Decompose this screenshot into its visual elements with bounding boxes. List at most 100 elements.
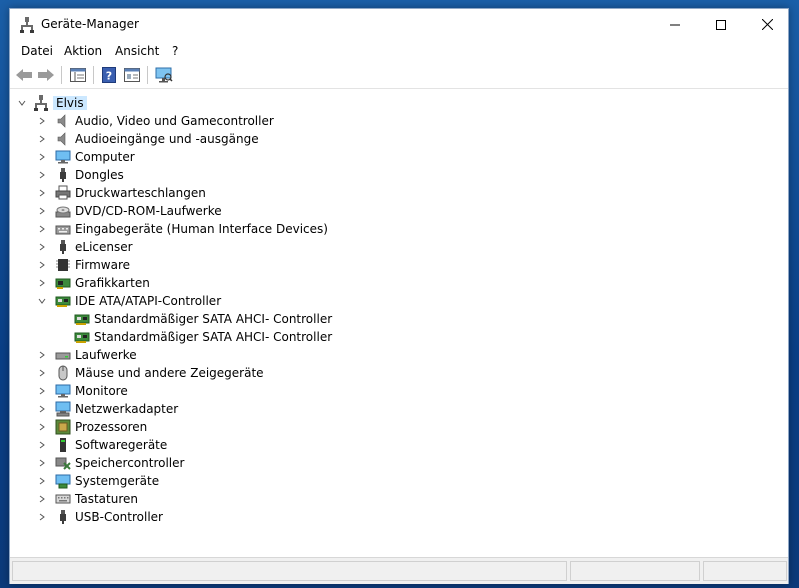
toolbar-separator: [61, 66, 62, 84]
storage-controller-icon: [55, 457, 71, 470]
expand-toggle[interactable]: [35, 436, 49, 454]
expand-toggle[interactable]: [35, 274, 49, 292]
tree-device-item[interactable]: Standardmäßiger SATA AHCI- Controller: [13, 328, 787, 346]
tree-category-item[interactable]: Firmware: [13, 256, 787, 274]
expand-toggle[interactable]: [35, 364, 49, 382]
keyboard-device-icon: [55, 225, 71, 235]
tree-item-label: eLicenser: [75, 240, 133, 254]
tree-category-item[interactable]: Audio, Video und Gamecontroller: [13, 112, 787, 130]
help-button[interactable]: ?: [99, 66, 119, 84]
tree-category-item[interactable]: Monitore: [13, 382, 787, 400]
monitor-scan-icon: [155, 67, 173, 83]
tree-item-label: Mäuse und andere Zeigegeräte: [75, 366, 264, 380]
tree-device-item[interactable]: Standardmäßiger SATA AHCI- Controller: [13, 310, 787, 328]
chevron-right-icon: [39, 171, 45, 179]
expand-toggle[interactable]: [35, 256, 49, 274]
computer-icon: [55, 150, 71, 164]
maximize-button[interactable]: [698, 9, 744, 40]
back-button[interactable]: [14, 66, 34, 84]
usb-plug-icon: [60, 510, 66, 524]
tree-category-item[interactable]: Eingabegeräte (Human Interface Devices): [13, 220, 787, 238]
tree-item-label: Druckwarteschlangen: [75, 186, 206, 200]
tree-category-item[interactable]: IDE ATA/ATAPI-Controller: [13, 292, 787, 310]
expand-toggle[interactable]: [35, 220, 49, 238]
title-bar[interactable]: Geräte-Manager: [10, 9, 788, 41]
tree-root-elvis[interactable]: Elvis: [13, 94, 787, 112]
tree-item-label: Firmware: [75, 258, 130, 272]
tree-category-item[interactable]: Systemgeräte: [13, 472, 787, 490]
scan-hardware-button[interactable]: [154, 66, 174, 84]
chevron-down-icon: [38, 298, 46, 304]
device-tree[interactable]: Elvis Audio, Video und Gamecontroller Audi…: [13, 91, 787, 555]
tree-category-item[interactable]: USB-Controller: [13, 508, 787, 526]
expand-toggle[interactable]: [35, 166, 49, 184]
tree-category-item[interactable]: eLicenser: [13, 238, 787, 256]
chevron-right-icon: [39, 225, 45, 233]
expand-toggle[interactable]: [35, 454, 49, 472]
close-button[interactable]: [744, 9, 790, 40]
expand-toggle[interactable]: [35, 202, 49, 220]
tree-category-item[interactable]: DVD/CD-ROM-Laufwerke: [13, 202, 787, 220]
expand-toggle[interactable]: [35, 238, 49, 256]
tree-category-item[interactable]: Netzwerkadapter: [13, 400, 787, 418]
tree-item-label: USB-Controller: [75, 510, 163, 524]
expand-toggle[interactable]: [35, 292, 49, 310]
expand-toggle[interactable]: [35, 130, 49, 148]
display-adapter-icon: [55, 278, 71, 289]
keyboard-icon: [55, 494, 71, 504]
help-icon: ?: [102, 67, 116, 83]
menu-datei[interactable]: Datei: [21, 44, 53, 58]
tree-category-item[interactable]: Softwaregeräte: [13, 436, 787, 454]
tree-item-label: Monitore: [75, 384, 128, 398]
chevron-right-icon: [39, 135, 45, 143]
tree-category-item[interactable]: Dongles: [13, 166, 787, 184]
disc-drive-icon: [55, 206, 71, 218]
menu-help[interactable]: ?: [172, 44, 178, 58]
menu-aktion[interactable]: Aktion: [64, 44, 102, 58]
tree-item-label: Grafikkarten: [75, 276, 150, 290]
forward-button[interactable]: [36, 66, 56, 84]
minimize-button[interactable]: [652, 9, 698, 40]
monitor-icon: [55, 384, 71, 398]
controller-card-icon: [74, 314, 90, 325]
expand-toggle[interactable]: [35, 112, 49, 130]
tree-item-label: Computer: [75, 150, 135, 164]
show-hide-tree-button[interactable]: [68, 66, 88, 84]
expand-toggle[interactable]: [35, 418, 49, 436]
expand-toggle[interactable]: [35, 382, 49, 400]
tree-item-label: Standardmäßiger SATA AHCI- Controller: [94, 330, 333, 344]
tree-item-label: Standardmäßiger SATA AHCI- Controller: [94, 312, 333, 326]
chevron-right-icon: [39, 513, 45, 521]
expand-toggle[interactable]: [15, 94, 29, 112]
expand-toggle[interactable]: [35, 400, 49, 418]
chevron-right-icon: [39, 477, 45, 485]
hard-drive-icon: [55, 352, 71, 360]
minimize-icon: [670, 24, 680, 25]
processor-icon: [55, 419, 71, 435]
chevron-right-icon: [39, 261, 45, 269]
status-pane-main: [12, 561, 567, 581]
expand-toggle[interactable]: [35, 490, 49, 508]
chevron-right-icon: [39, 279, 45, 287]
tree-category-item[interactable]: Prozessoren: [13, 418, 787, 436]
status-bar: [10, 557, 788, 584]
tree-category-item[interactable]: Computer: [13, 148, 787, 166]
status-pane-tertiary: [703, 561, 787, 581]
properties-view-button[interactable]: [122, 66, 142, 84]
chevron-right-icon: [39, 189, 45, 197]
expand-toggle[interactable]: [35, 148, 49, 166]
tree-item-label: Elvis: [53, 96, 87, 110]
back-arrow-icon: [16, 69, 32, 81]
expand-toggle[interactable]: [35, 472, 49, 490]
tree-category-item[interactable]: Speichercontroller: [13, 454, 787, 472]
expand-toggle[interactable]: [35, 508, 49, 526]
expand-toggle[interactable]: [35, 346, 49, 364]
tree-category-item[interactable]: Druckwarteschlangen: [13, 184, 787, 202]
tree-category-item[interactable]: Grafikkarten: [13, 274, 787, 292]
menu-ansicht[interactable]: Ansicht: [115, 44, 159, 58]
tree-category-item[interactable]: Tastaturen: [13, 490, 787, 508]
tree-category-item[interactable]: Mäuse und andere Zeigegeräte: [13, 364, 787, 382]
expand-toggle[interactable]: [35, 184, 49, 202]
tree-category-item[interactable]: Audioeingänge und -ausgänge: [13, 130, 787, 148]
tree-category-item[interactable]: Laufwerke: [13, 346, 787, 364]
